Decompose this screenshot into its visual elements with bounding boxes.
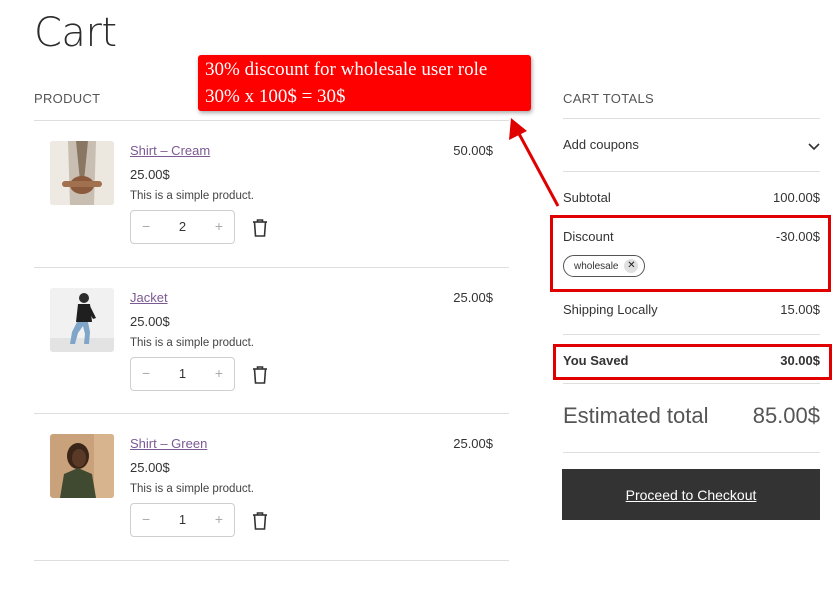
trash-icon[interactable]	[251, 218, 269, 238]
divider	[563, 118, 820, 119]
cart-totals-header: CART TOTALS	[563, 91, 654, 106]
cart-item: Jacket 25.00$ This is a simple product. …	[34, 268, 509, 414]
product-description: This is a simple product.	[130, 483, 254, 495]
product-price: 25.00$	[130, 167, 170, 182]
estimated-total-label: Estimated total	[563, 403, 709, 428]
divider	[563, 171, 820, 172]
discount-highlight-box	[550, 215, 831, 292]
divider	[34, 560, 509, 561]
product-image-shirt-green[interactable]	[50, 434, 114, 498]
shipping-value: 15.00$	[780, 302, 820, 317]
increase-quantity-button[interactable]: +	[215, 511, 223, 527]
line-total: 25.00$	[453, 436, 493, 451]
quantity-stepper: − 1 +	[130, 357, 235, 391]
annotation-line-2: 30% x 100$ = 30$	[205, 86, 346, 107]
product-name-link[interactable]: Shirt – Green	[130, 436, 207, 451]
annotation-callout: 30% discount for wholesale user role 30%…	[198, 55, 531, 111]
shipping-label: Shipping Locally	[563, 302, 658, 317]
increase-quantity-button[interactable]: +	[215, 365, 223, 381]
trash-icon[interactable]	[251, 365, 269, 385]
trash-icon[interactable]	[251, 511, 269, 531]
quantity-stepper: − 2 +	[130, 210, 235, 244]
product-image-jacket[interactable]	[50, 288, 114, 352]
product-price: 25.00$	[130, 314, 170, 329]
add-coupons-toggle[interactable]: Add coupons	[563, 137, 820, 152]
line-total: 50.00$	[453, 143, 493, 158]
subtotal-label: Subtotal	[563, 190, 611, 205]
estimated-total-value: 85.00$	[752, 403, 820, 428]
product-price: 25.00$	[130, 460, 170, 475]
product-description: This is a simple product.	[130, 337, 254, 349]
page-title: Cart	[34, 10, 117, 56]
line-total: 25.00$	[453, 290, 493, 305]
divider	[563, 383, 820, 384]
proceed-to-checkout-button[interactable]: Proceed to Checkout	[562, 469, 820, 520]
cart-item: Shirt – Cream 25.00$ This is a simple pr…	[34, 121, 509, 267]
divider	[563, 334, 820, 335]
divider	[563, 452, 820, 453]
cart-item: Shirt – Green 25.00$ This is a simple pr…	[34, 414, 509, 560]
product-name-link[interactable]: Jacket	[130, 290, 168, 305]
estimated-total-row: Estimated total 85.00$	[563, 403, 820, 429]
chevron-down-icon	[808, 139, 820, 154]
shipping-row: Shipping Locally 15.00$	[563, 302, 820, 317]
quantity-stepper: − 1 +	[130, 503, 235, 537]
add-coupons-label: Add coupons	[563, 137, 639, 152]
subtotal-value: 100.00$	[773, 190, 820, 205]
annotation-arrow-icon	[509, 118, 560, 207]
product-column-header: PRODUCT	[34, 91, 101, 106]
saved-highlight-box	[553, 344, 832, 380]
annotation-line-1: 30% discount for wholesale user role	[205, 59, 488, 80]
increase-quantity-button[interactable]: +	[215, 218, 223, 234]
product-image-shirt-cream[interactable]	[50, 141, 114, 205]
product-description: This is a simple product.	[130, 190, 254, 202]
product-name-link[interactable]: Shirt – Cream	[130, 143, 210, 158]
subtotal-row: Subtotal 100.00$	[563, 190, 820, 205]
